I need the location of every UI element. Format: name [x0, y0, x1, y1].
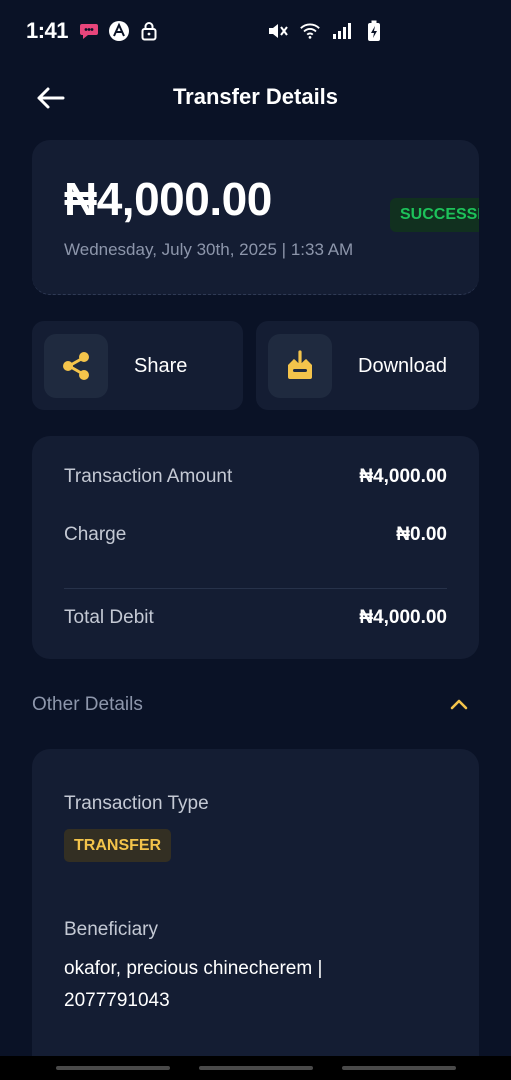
- nav-home-button[interactable]: [199, 1066, 313, 1070]
- transfer-amount: ₦4,000.00: [64, 173, 272, 225]
- summary-value: ₦4,000.00: [359, 607, 447, 628]
- beneficiary-value: okafor, precious chinecherem | 207779104…: [64, 958, 323, 1011]
- status-left-icons: [78, 20, 160, 42]
- transaction-type-label: Transaction Type: [64, 793, 209, 814]
- other-details-card: Transaction Type TRANSFER Beneficiary ok…: [32, 749, 479, 1080]
- transaction-summary-card: Transaction Amount ₦4,000.00 Charge ₦0.0…: [32, 436, 479, 659]
- nav-recents-button[interactable]: [56, 1066, 170, 1070]
- summary-row-total: Total Debit ₦4,000.00: [64, 607, 447, 629]
- beneficiary-label: Beneficiary: [64, 919, 158, 940]
- share-label: Share: [134, 355, 188, 377]
- download-button[interactable]: Download: [256, 321, 479, 410]
- summary-label: Total Debit: [64, 607, 154, 628]
- transfer-date: Wednesday, July 30th, 2025 | 1:33 AM: [64, 240, 354, 259]
- amount-card: ₦4,000.00 Wednesday, July 30th, 2025 | 1…: [32, 140, 479, 295]
- status-bar: 1:41: [0, 0, 511, 62]
- share-icon: [63, 352, 89, 380]
- summary-label: Transaction Amount: [64, 466, 233, 487]
- system-nav-bar: [0, 1056, 511, 1080]
- app-icon: [108, 20, 130, 42]
- status-badge: SUCCESSFUL: [390, 198, 479, 232]
- transaction-type-badge: TRANSFER: [64, 829, 172, 862]
- section-title: Other Details: [32, 694, 143, 715]
- header: Transfer Details: [0, 70, 511, 126]
- wifi-icon: [299, 20, 321, 42]
- lock-icon: [138, 20, 160, 42]
- summary-row-charge: Charge ₦0.00: [64, 524, 447, 546]
- summary-value: ₦4,000.00: [359, 466, 447, 487]
- mute-icon: [267, 20, 289, 42]
- divider: [64, 588, 447, 589]
- chevron-up-icon[interactable]: [447, 692, 471, 716]
- battery-charging-icon: [363, 20, 385, 42]
- messaging-icon: [78, 20, 100, 42]
- status-right-icons: [267, 20, 385, 42]
- nav-back-button[interactable]: [342, 1066, 456, 1070]
- other-details-toggle[interactable]: Other Details: [32, 692, 479, 720]
- signal-icon: [331, 20, 353, 42]
- summary-value: ₦0.00: [396, 524, 447, 545]
- share-button[interactable]: Share: [32, 321, 243, 410]
- download-icon: [288, 350, 312, 379]
- download-label: Download: [358, 355, 447, 377]
- download-icon-box: [268, 334, 332, 398]
- summary-label: Charge: [64, 524, 127, 545]
- summary-row-amount: Transaction Amount ₦4,000.00: [64, 466, 447, 488]
- share-icon-box: [44, 334, 108, 398]
- page-title: Transfer Details: [172, 84, 339, 109]
- status-time: 1:41: [26, 18, 69, 43]
- screen: 1:41 Transfer Details ₦4,000.00 Wednesda…: [0, 0, 511, 1080]
